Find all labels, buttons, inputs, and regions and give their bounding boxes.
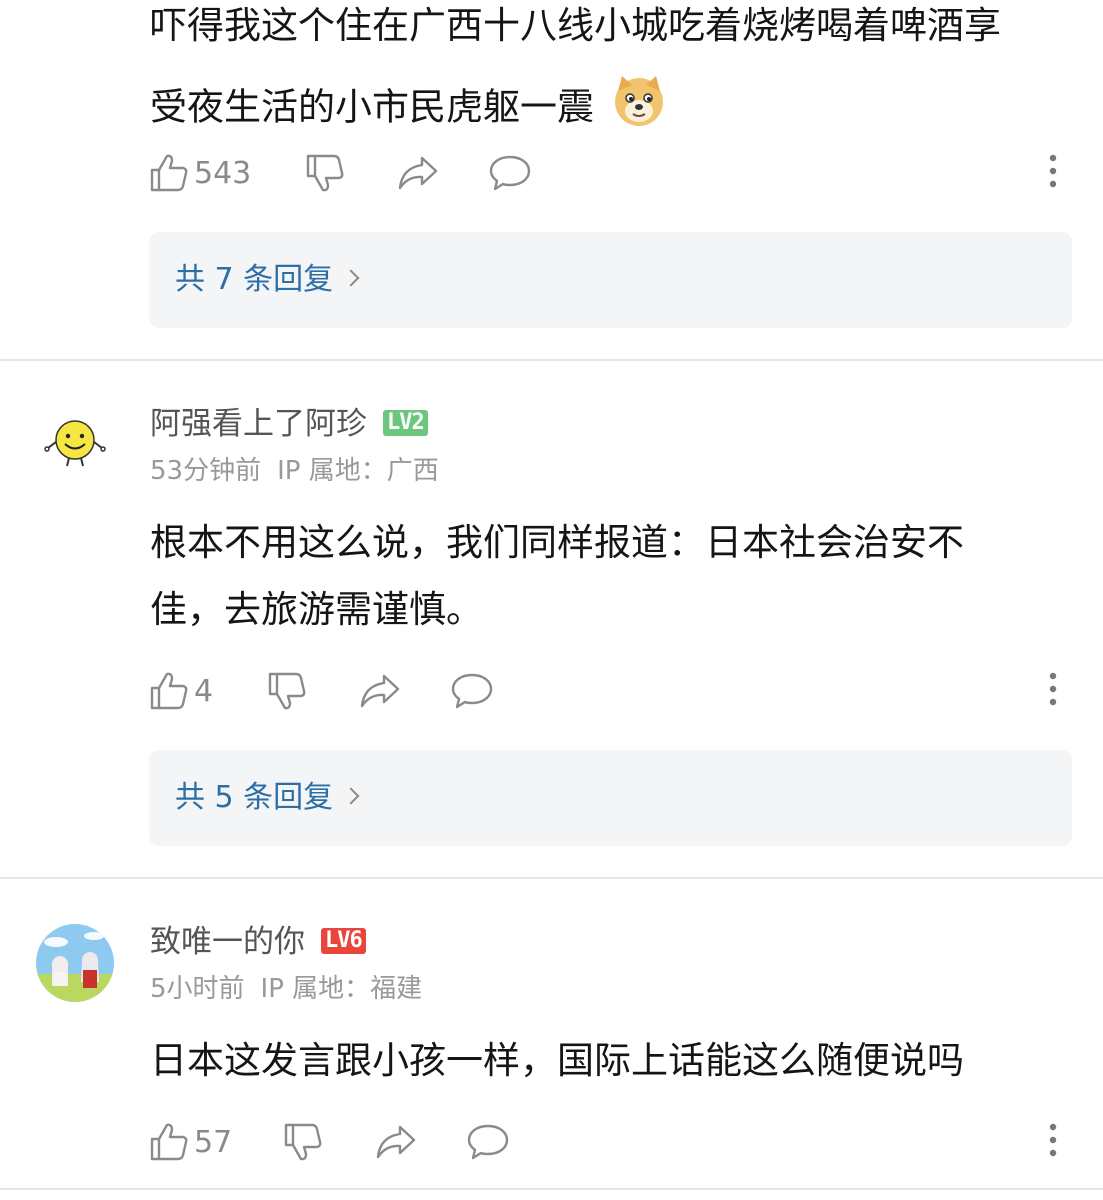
more-icon bbox=[1049, 154, 1057, 192]
comment-text-line: 受夜生活的小市民虎躯一震 bbox=[150, 76, 666, 139]
share-icon bbox=[374, 1121, 418, 1163]
more-icon bbox=[1049, 672, 1057, 710]
username[interactable]: 致唯一的你 LV6 bbox=[150, 925, 366, 959]
more-button[interactable] bbox=[1033, 149, 1073, 197]
like-button[interactable]: 543 bbox=[148, 149, 251, 197]
username[interactable]: 阿强看上了阿珍 LV2 bbox=[150, 407, 428, 441]
comment-meta: 53分钟前 IP 属地：广西 bbox=[150, 456, 455, 486]
comment-actions: 57 bbox=[148, 1118, 1073, 1166]
like-count: 57 bbox=[194, 1124, 233, 1160]
thumbs-up-icon bbox=[148, 1121, 190, 1163]
dislike-button[interactable] bbox=[304, 149, 346, 197]
chevron-right-icon bbox=[342, 269, 360, 286]
comment-text-line-content: 受夜生活的小市民虎躯一震 bbox=[150, 85, 594, 129]
dislike-button[interactable] bbox=[266, 667, 308, 715]
comment-divider bbox=[0, 359, 1103, 361]
share-button[interactable] bbox=[358, 667, 402, 715]
comment-divider bbox=[0, 877, 1103, 879]
view-replies-button[interactable]: 共 7 条回复 bbox=[149, 232, 1072, 328]
like-count: 543 bbox=[194, 155, 252, 191]
comment-icon bbox=[466, 1121, 510, 1163]
thumbs-up-icon bbox=[148, 670, 190, 712]
share-icon bbox=[396, 152, 440, 194]
more-button[interactable] bbox=[1033, 667, 1073, 715]
username-text: 致唯一的你 bbox=[150, 924, 305, 960]
dislike-button[interactable] bbox=[282, 1118, 324, 1166]
comment-text-line: 吓得我这个住在广西十八线小城吃着烧烤喝着啤酒享 bbox=[150, 4, 1001, 47]
avatar[interactable] bbox=[36, 924, 114, 1002]
avatar[interactable] bbox=[36, 402, 114, 480]
share-icon bbox=[358, 670, 402, 712]
comment-actions: 4 bbox=[148, 667, 1073, 715]
comment-icon bbox=[488, 152, 532, 194]
doge-emoji bbox=[612, 73, 666, 133]
comment-time: 5小时前 bbox=[150, 974, 245, 1004]
comment-text-line: 日本这发言跟小孩一样，国际上话能这么随便说吗 bbox=[150, 1039, 964, 1082]
more-button[interactable] bbox=[1033, 1118, 1073, 1166]
comment-meta: 5小时前 IP 属地：福建 bbox=[150, 974, 438, 1004]
comment-text-line: 根本不用这么说，我们同样报道：日本社会治安不 bbox=[150, 521, 964, 564]
more-icon bbox=[1049, 1123, 1057, 1161]
like-button[interactable]: 57 bbox=[148, 1118, 232, 1166]
chevron-right-icon bbox=[342, 787, 360, 804]
comment-button[interactable] bbox=[450, 667, 494, 715]
thumbs-down-icon bbox=[304, 152, 346, 194]
like-count: 4 bbox=[194, 673, 214, 709]
share-button[interactable] bbox=[374, 1118, 418, 1166]
comment-time: 53分钟前 bbox=[150, 456, 262, 486]
comment-text-line: 佳，去旅游需谨慎。 bbox=[150, 588, 483, 631]
ip-location: IP 属地：福建 bbox=[260, 974, 423, 1004]
level-badge: LV2 bbox=[383, 409, 428, 436]
thumbs-up-icon bbox=[148, 152, 190, 194]
ip-location: IP 属地：广西 bbox=[277, 456, 439, 486]
comment-icon bbox=[450, 670, 494, 712]
comment-button[interactable] bbox=[466, 1118, 510, 1166]
username-text: 阿强看上了阿珍 bbox=[150, 406, 367, 442]
share-button[interactable] bbox=[396, 149, 440, 197]
comment-divider bbox=[0, 1188, 1103, 1190]
like-button[interactable]: 4 bbox=[148, 667, 213, 715]
replies-count-label: 共 5 条回复 bbox=[175, 780, 334, 815]
replies-link: 共 7 条回复 bbox=[175, 232, 360, 328]
replies-link: 共 5 条回复 bbox=[175, 750, 360, 846]
thumbs-down-icon bbox=[266, 670, 308, 712]
thumbs-down-icon bbox=[282, 1121, 324, 1163]
comment-button[interactable] bbox=[488, 149, 532, 197]
replies-count-label: 共 7 条回复 bbox=[175, 262, 334, 297]
view-replies-button[interactable]: 共 5 条回复 bbox=[149, 750, 1072, 846]
level-badge: LV6 bbox=[321, 927, 366, 954]
comment-actions: 543 bbox=[148, 149, 1073, 197]
